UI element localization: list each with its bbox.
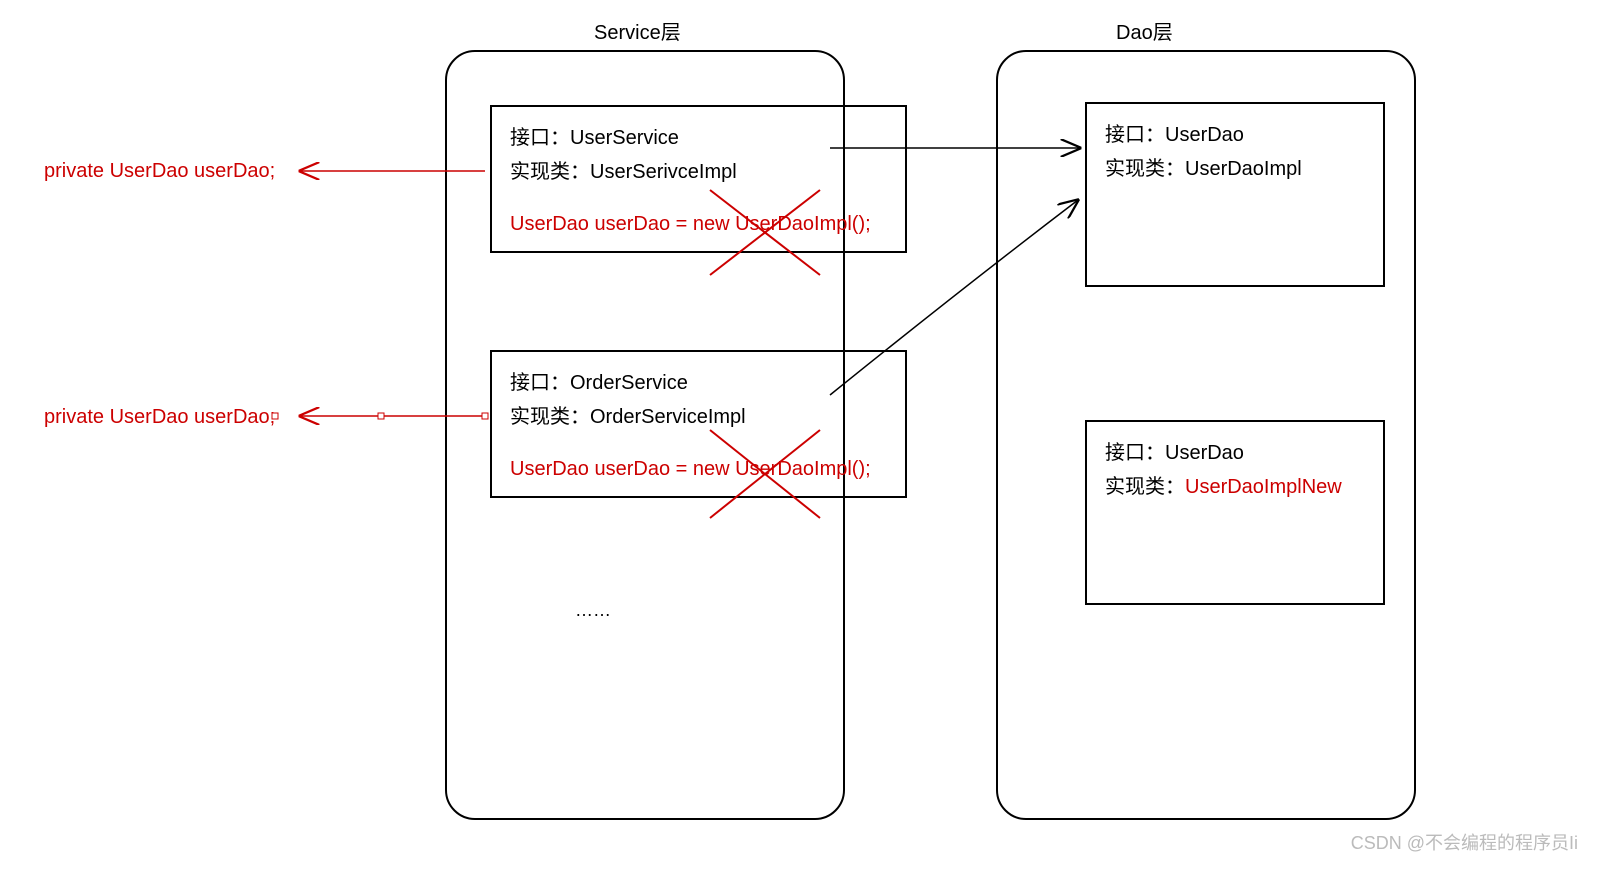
dao-box-userdaonew: 接口：UserDao 实现类：UserDaoImplNew bbox=[1085, 420, 1385, 605]
ellipsis-text: …… bbox=[575, 600, 611, 621]
userservice-interface-line: 接口：UserService bbox=[510, 121, 887, 155]
userservice-impl-line: 实现类：UserSerivceImpl bbox=[510, 155, 887, 189]
service-layer-title: Service层 bbox=[594, 16, 681, 45]
userdao-impl-line: 实现类：UserDaoImpl bbox=[1105, 152, 1365, 186]
userdaonew-impl-line: 实现类：UserDaoImplNew bbox=[1105, 470, 1365, 504]
annotation-private-top: private UserDao userDao; bbox=[44, 160, 275, 183]
orderservice-interface-line: 接口：OrderService bbox=[510, 366, 887, 400]
userdaonew-interface-line: 接口：UserDao bbox=[1105, 436, 1365, 470]
userdao-interface-line: 接口：UserDao bbox=[1105, 118, 1365, 152]
watermark-text: CSDN @不会编程的程序员Ii bbox=[1351, 829, 1578, 855]
annotation-private-bottom: private UserDao userDao; bbox=[44, 406, 275, 429]
service-box-orderservice: 接口：OrderService 实现类：OrderServiceImpl Use… bbox=[490, 350, 907, 498]
userservice-code-line: UserDao userDao = new UserDaoImpl(); bbox=[510, 207, 887, 241]
dao-box-userdao: 接口：UserDao 实现类：UserDaoImpl bbox=[1085, 102, 1385, 287]
orderservice-code-line: UserDao userDao = new UserDaoImpl(); bbox=[510, 452, 887, 486]
service-box-userservice: 接口：UserService 实现类：UserSerivceImpl UserD… bbox=[490, 105, 907, 253]
orderservice-impl-line: 实现类：OrderServiceImpl bbox=[510, 400, 887, 434]
handle-square-mid bbox=[378, 413, 384, 419]
dao-layer-title: Dao层 bbox=[1116, 16, 1173, 45]
